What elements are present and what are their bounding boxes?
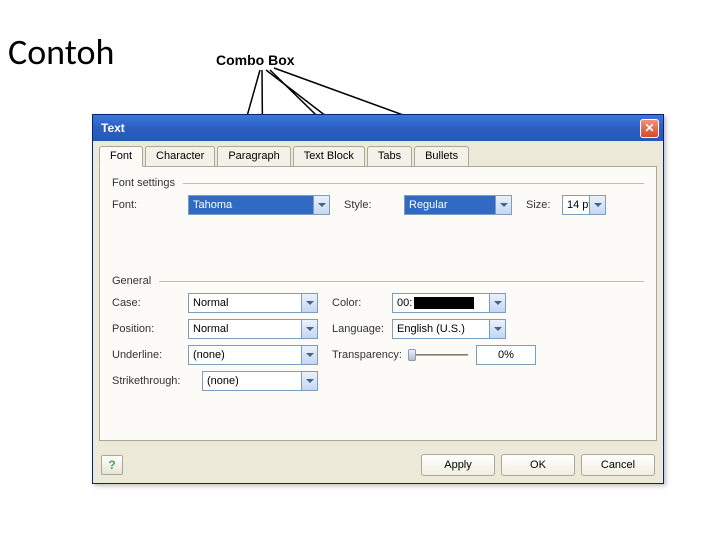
chevron-down-icon — [495, 196, 511, 214]
tab-text-block[interactable]: Text Block — [293, 146, 365, 167]
color-swatch — [414, 297, 474, 309]
ok-button[interactable]: OK — [501, 454, 575, 476]
label-language: Language: — [318, 323, 392, 335]
help-icon: ? — [108, 458, 115, 472]
group-general: General — [112, 275, 644, 287]
case-combo[interactable]: Normal — [188, 293, 318, 313]
underline-combo[interactable]: (none) — [188, 345, 318, 365]
dialog-titlebar: Text ✕ — [93, 115, 663, 141]
chevron-down-icon — [301, 294, 317, 312]
style-value: Regular — [409, 199, 495, 211]
size-combo[interactable]: 14 pt. — [562, 195, 606, 215]
tab-strip: Font Character Paragraph Text Block Tabs… — [93, 141, 663, 166]
label-size: Size: — [512, 199, 562, 211]
style-combo[interactable]: Regular — [404, 195, 512, 215]
label-font: Font: — [112, 199, 188, 211]
case-value: Normal — [193, 297, 301, 309]
label-strikethrough: Strikethrough: — [112, 375, 202, 387]
label-case: Case: — [112, 297, 188, 309]
apply-button[interactable]: Apply — [421, 454, 495, 476]
dialog-title: Text — [101, 121, 640, 135]
chevron-down-icon — [301, 346, 317, 364]
close-button[interactable]: ✕ — [640, 119, 659, 138]
tab-paragraph[interactable]: Paragraph — [217, 146, 290, 167]
transparency-value: 0% — [476, 345, 536, 365]
close-icon: ✕ — [644, 121, 654, 135]
font-combo[interactable]: Tahoma — [188, 195, 330, 215]
page-title: Contoh — [8, 30, 114, 74]
chevron-down-icon — [301, 372, 317, 390]
strikethrough-combo[interactable]: (none) — [202, 371, 318, 391]
slider-thumb-icon — [408, 349, 416, 361]
tab-character[interactable]: Character — [145, 146, 215, 167]
chevron-down-icon — [301, 320, 317, 338]
size-value: 14 pt. — [567, 199, 589, 211]
underline-value: (none) — [193, 349, 301, 361]
label-style: Style: — [330, 199, 404, 211]
chevron-down-icon — [313, 196, 329, 214]
position-combo[interactable]: Normal — [188, 319, 318, 339]
callout-label: Combo Box — [216, 52, 295, 68]
tab-bullets[interactable]: Bullets — [414, 146, 469, 167]
cancel-button[interactable]: Cancel — [581, 454, 655, 476]
tab-content: Font settings Font: Tahoma Style: Regula… — [99, 166, 657, 441]
color-combo[interactable]: 00: — [392, 293, 506, 313]
dialog-footer: ? Apply OK Cancel — [93, 447, 663, 483]
chevron-down-icon — [489, 320, 505, 338]
label-color: Color: — [318, 297, 392, 309]
label-underline: Underline: — [112, 349, 188, 361]
font-value: Tahoma — [193, 199, 313, 211]
label-position: Position: — [112, 323, 188, 335]
chevron-down-icon — [489, 294, 505, 312]
tab-font[interactable]: Font — [99, 146, 143, 167]
text-dialog: Text ✕ Font Character Paragraph Text Blo… — [92, 114, 664, 484]
color-value: 00: — [397, 297, 489, 309]
label-transparency: Transparency: — [318, 349, 408, 361]
language-value: English (U.S.) — [397, 323, 489, 335]
language-combo[interactable]: English (U.S.) — [392, 319, 506, 339]
chevron-down-icon — [589, 196, 605, 214]
help-button[interactable]: ? — [101, 455, 123, 475]
strikethrough-value: (none) — [207, 375, 301, 387]
position-value: Normal — [193, 323, 301, 335]
transparency-slider[interactable] — [408, 347, 468, 363]
tab-tabs[interactable]: Tabs — [367, 146, 412, 167]
group-font-settings: Font settings — [112, 177, 644, 189]
